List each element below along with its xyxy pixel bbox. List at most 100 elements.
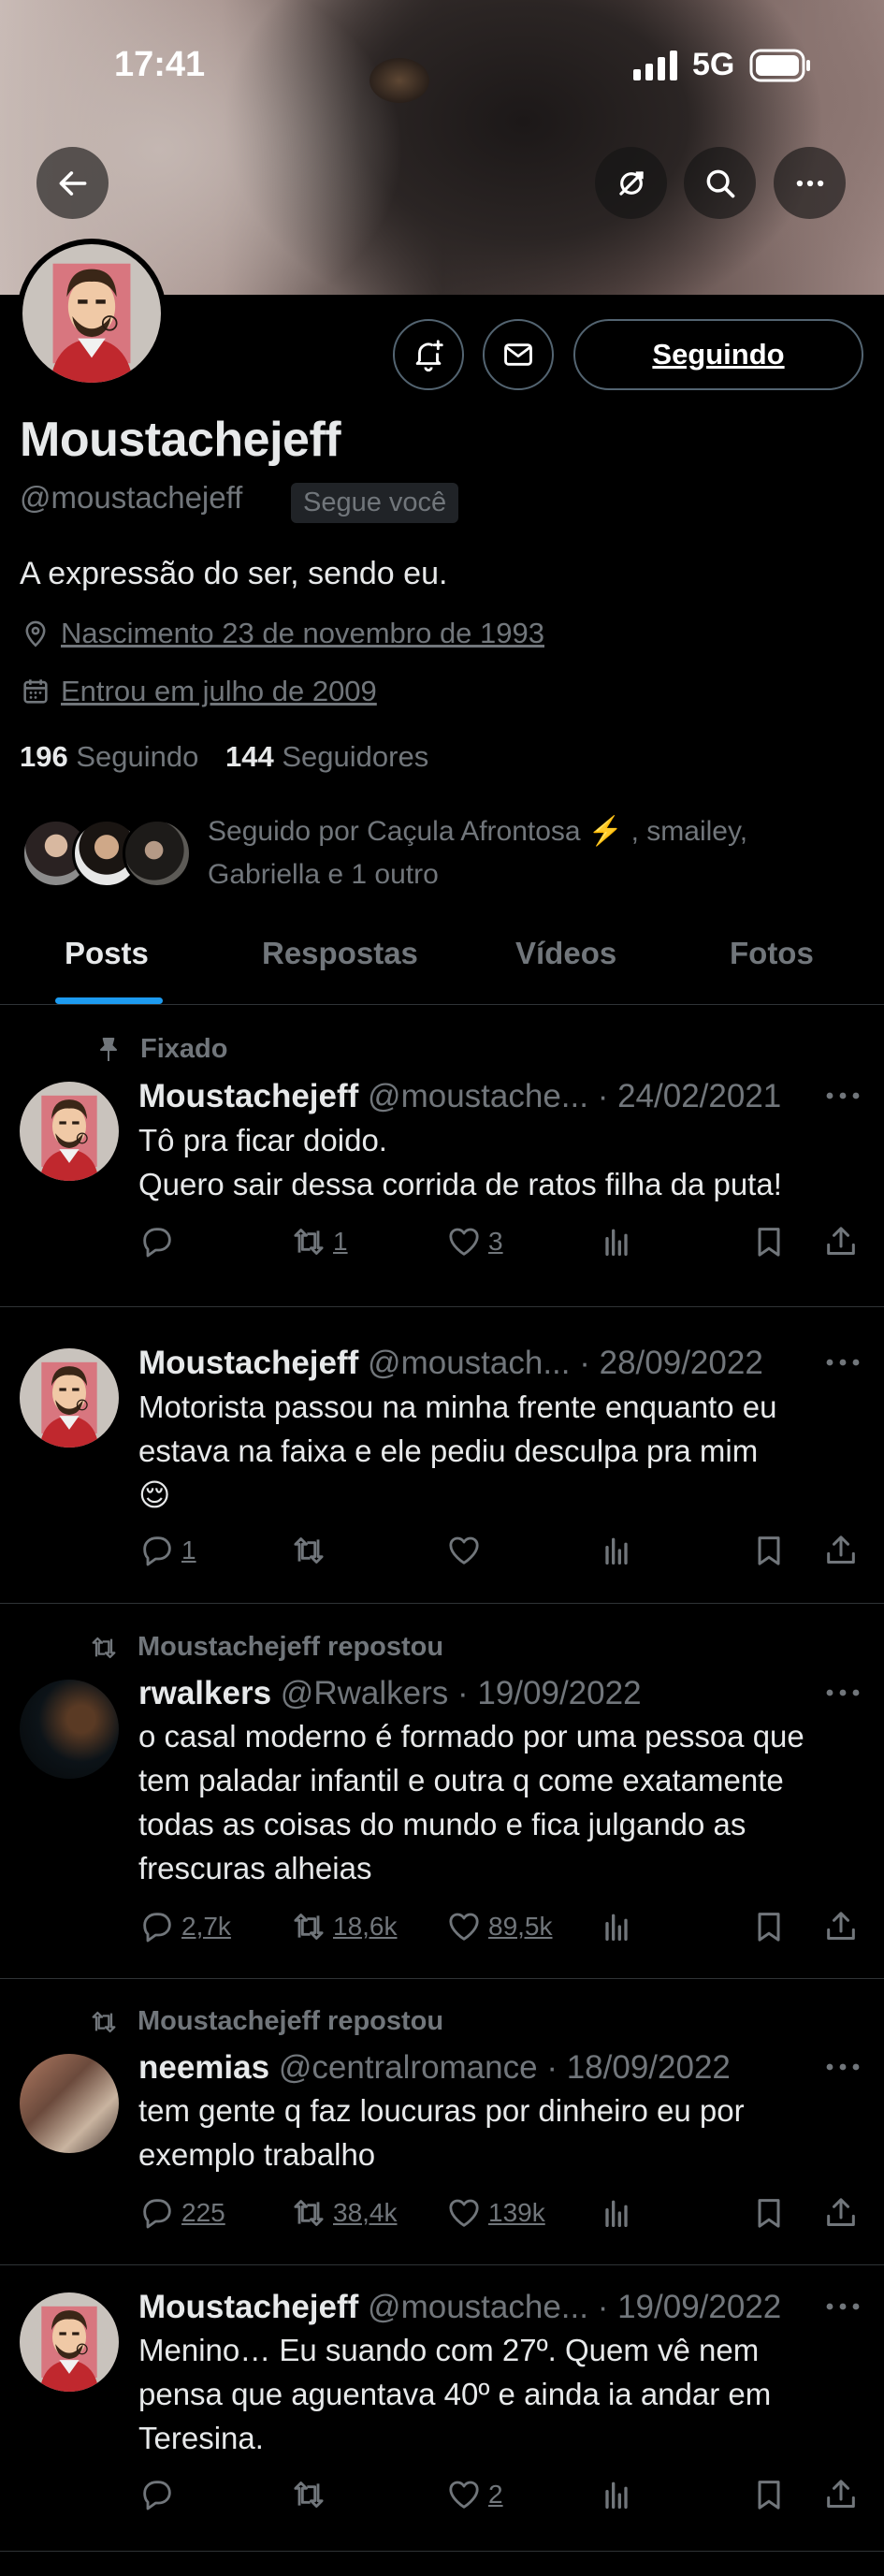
tab-respostas[interactable]: Respostas — [262, 936, 418, 971]
post-avatar[interactable] — [20, 2054, 119, 2153]
like-action[interactable]: 3 — [445, 1223, 503, 1260]
repost-action[interactable] — [290, 1532, 333, 1569]
views-action[interactable] — [598, 2476, 641, 2513]
mini-avatar — [123, 819, 192, 888]
share-action[interactable] — [822, 1532, 865, 1569]
profile-handle: @moustachejeff — [20, 480, 243, 515]
bookmark-action[interactable] — [750, 1908, 793, 1945]
bookmark-action[interactable] — [750, 2194, 793, 2232]
reply-action[interactable]: 1 — [138, 1532, 196, 1569]
bookmark-action[interactable] — [750, 1532, 793, 1569]
post-text: o casal moderno é formado por uma pessoa… — [138, 1719, 804, 1885]
bookmark-icon — [750, 1532, 788, 1569]
post-avatar[interactable] — [20, 1348, 119, 1448]
like-action[interactable]: 139k — [445, 2194, 545, 2232]
reply-action[interactable] — [138, 1223, 181, 1260]
reply-icon — [138, 2476, 176, 2513]
post-more-icon[interactable] — [825, 2300, 861, 2313]
post-more-icon[interactable] — [825, 1686, 861, 1699]
post-text: Menino… Eu suando com 27º. Quem vê nem pe… — [138, 2333, 772, 2455]
translate-button[interactable] — [595, 147, 667, 219]
post-header: Moustachejeff @moustache... · 24/02/2021 — [138, 1078, 782, 1114]
post-avatar[interactable] — [20, 1082, 119, 1181]
circle-slash-icon — [618, 170, 644, 196]
battery-icon — [749, 49, 811, 87]
like-action[interactable]: 2 — [445, 2476, 503, 2513]
signal-icon — [633, 51, 678, 85]
repost-context[interactable]: Moustachejeff repostou — [89, 1632, 443, 1663]
follow-stats: 196 Seguindo 144 Seguidores — [20, 740, 428, 774]
heart-icon — [445, 2476, 483, 2513]
followers-stat[interactable]: 144 Seguidores — [225, 740, 428, 773]
tab-videos[interactable]: Vídeos — [515, 936, 616, 971]
divider — [0, 2264, 884, 2265]
reply-action[interactable] — [138, 2476, 181, 2513]
followed-by-text[interactable]: Seguido por Caçula Afrontosa ⚡️ , smaile… — [208, 810, 844, 896]
views-action[interactable] — [598, 1223, 641, 1260]
post-avatar[interactable] — [20, 1680, 119, 1779]
post-header: Moustachejeff @moustach... · 28/09/2022 — [138, 1345, 763, 1381]
back-button[interactable] — [36, 147, 109, 219]
reply-icon — [138, 2194, 176, 2232]
repost-icon — [290, 2476, 327, 2513]
post-avatar[interactable] — [20, 2292, 119, 2392]
views-action[interactable] — [598, 1532, 641, 1569]
repost-action[interactable]: 38,4k — [290, 2194, 398, 2232]
follows-you-badge: Segue você — [291, 483, 459, 523]
share-action[interactable] — [822, 1223, 865, 1260]
status-time: 17:41 — [114, 45, 206, 84]
profile-bio: A expressão do ser, sendo eu. — [20, 556, 448, 591]
views-action[interactable] — [598, 2194, 641, 2232]
bookmark-action[interactable] — [750, 2476, 793, 2513]
repost-action[interactable] — [290, 2476, 333, 2513]
tab-posts[interactable]: Posts — [65, 936, 149, 971]
post-more-icon[interactable] — [825, 1356, 861, 1369]
reply-action[interactable]: 225 — [138, 2194, 225, 2232]
like-action[interactable]: 89,5k — [445, 1908, 553, 1945]
share-icon — [822, 2194, 860, 2232]
notifications-button[interactable] — [393, 319, 464, 390]
birthday-row: Nascimento 23 de novembro de 1993 — [20, 617, 544, 650]
message-button[interactable] — [483, 319, 554, 390]
repost-icon — [89, 1633, 119, 1663]
share-action[interactable] — [822, 2194, 865, 2232]
bookmark-icon — [750, 1908, 788, 1945]
reply-icon — [138, 1532, 176, 1569]
reply-icon — [138, 1223, 176, 1260]
bar-chart-icon — [598, 1223, 635, 1260]
post-more-icon[interactable] — [825, 2060, 861, 2074]
bar-chart-icon — [598, 1908, 635, 1945]
share-icon — [822, 1908, 860, 1945]
views-action[interactable] — [598, 1908, 641, 1945]
joined-row: Entrou em julho de 2009 — [20, 675, 377, 708]
heart-icon — [445, 1223, 483, 1260]
share-action[interactable] — [822, 2476, 865, 2513]
share-action[interactable] — [822, 1908, 865, 1945]
post-header: neemias @centralromance · 18/09/2022 — [138, 2049, 731, 2086]
location-pin-icon — [25, 620, 46, 648]
following-button[interactable]: Seguindo — [573, 319, 863, 390]
search-icon — [706, 169, 734, 197]
birthday-text[interactable]: Nascimento 23 de novembro de 1993 — [61, 617, 544, 650]
divider — [0, 2551, 884, 2552]
following-stat[interactable]: 196 Seguindo — [20, 740, 198, 773]
active-tab-indicator — [55, 997, 163, 1004]
share-icon — [822, 1223, 860, 1260]
joined-text[interactable]: Entrou em julho de 2009 — [61, 675, 377, 708]
heart-icon — [445, 1908, 483, 1945]
reply-action[interactable]: 2,7k — [138, 1908, 231, 1945]
network-label: 5G — [692, 47, 735, 82]
search-button[interactable] — [684, 147, 756, 219]
repost-context[interactable]: Moustachejeff repostou — [89, 2006, 443, 2037]
tab-fotos[interactable]: Fotos — [730, 936, 814, 971]
followed-by-avatars[interactable] — [22, 816, 192, 891]
divider — [0, 1978, 884, 1979]
post-more-icon[interactable] — [825, 1089, 861, 1102]
repost-action[interactable]: 18,6k — [290, 1908, 398, 1945]
repost-action[interactable]: 1 — [290, 1223, 348, 1260]
more-button[interactable] — [774, 147, 846, 219]
like-action[interactable] — [445, 1532, 488, 1569]
bookmark-action[interactable] — [750, 1223, 793, 1260]
envelope-icon — [504, 343, 532, 366]
profile-avatar[interactable] — [17, 239, 167, 388]
